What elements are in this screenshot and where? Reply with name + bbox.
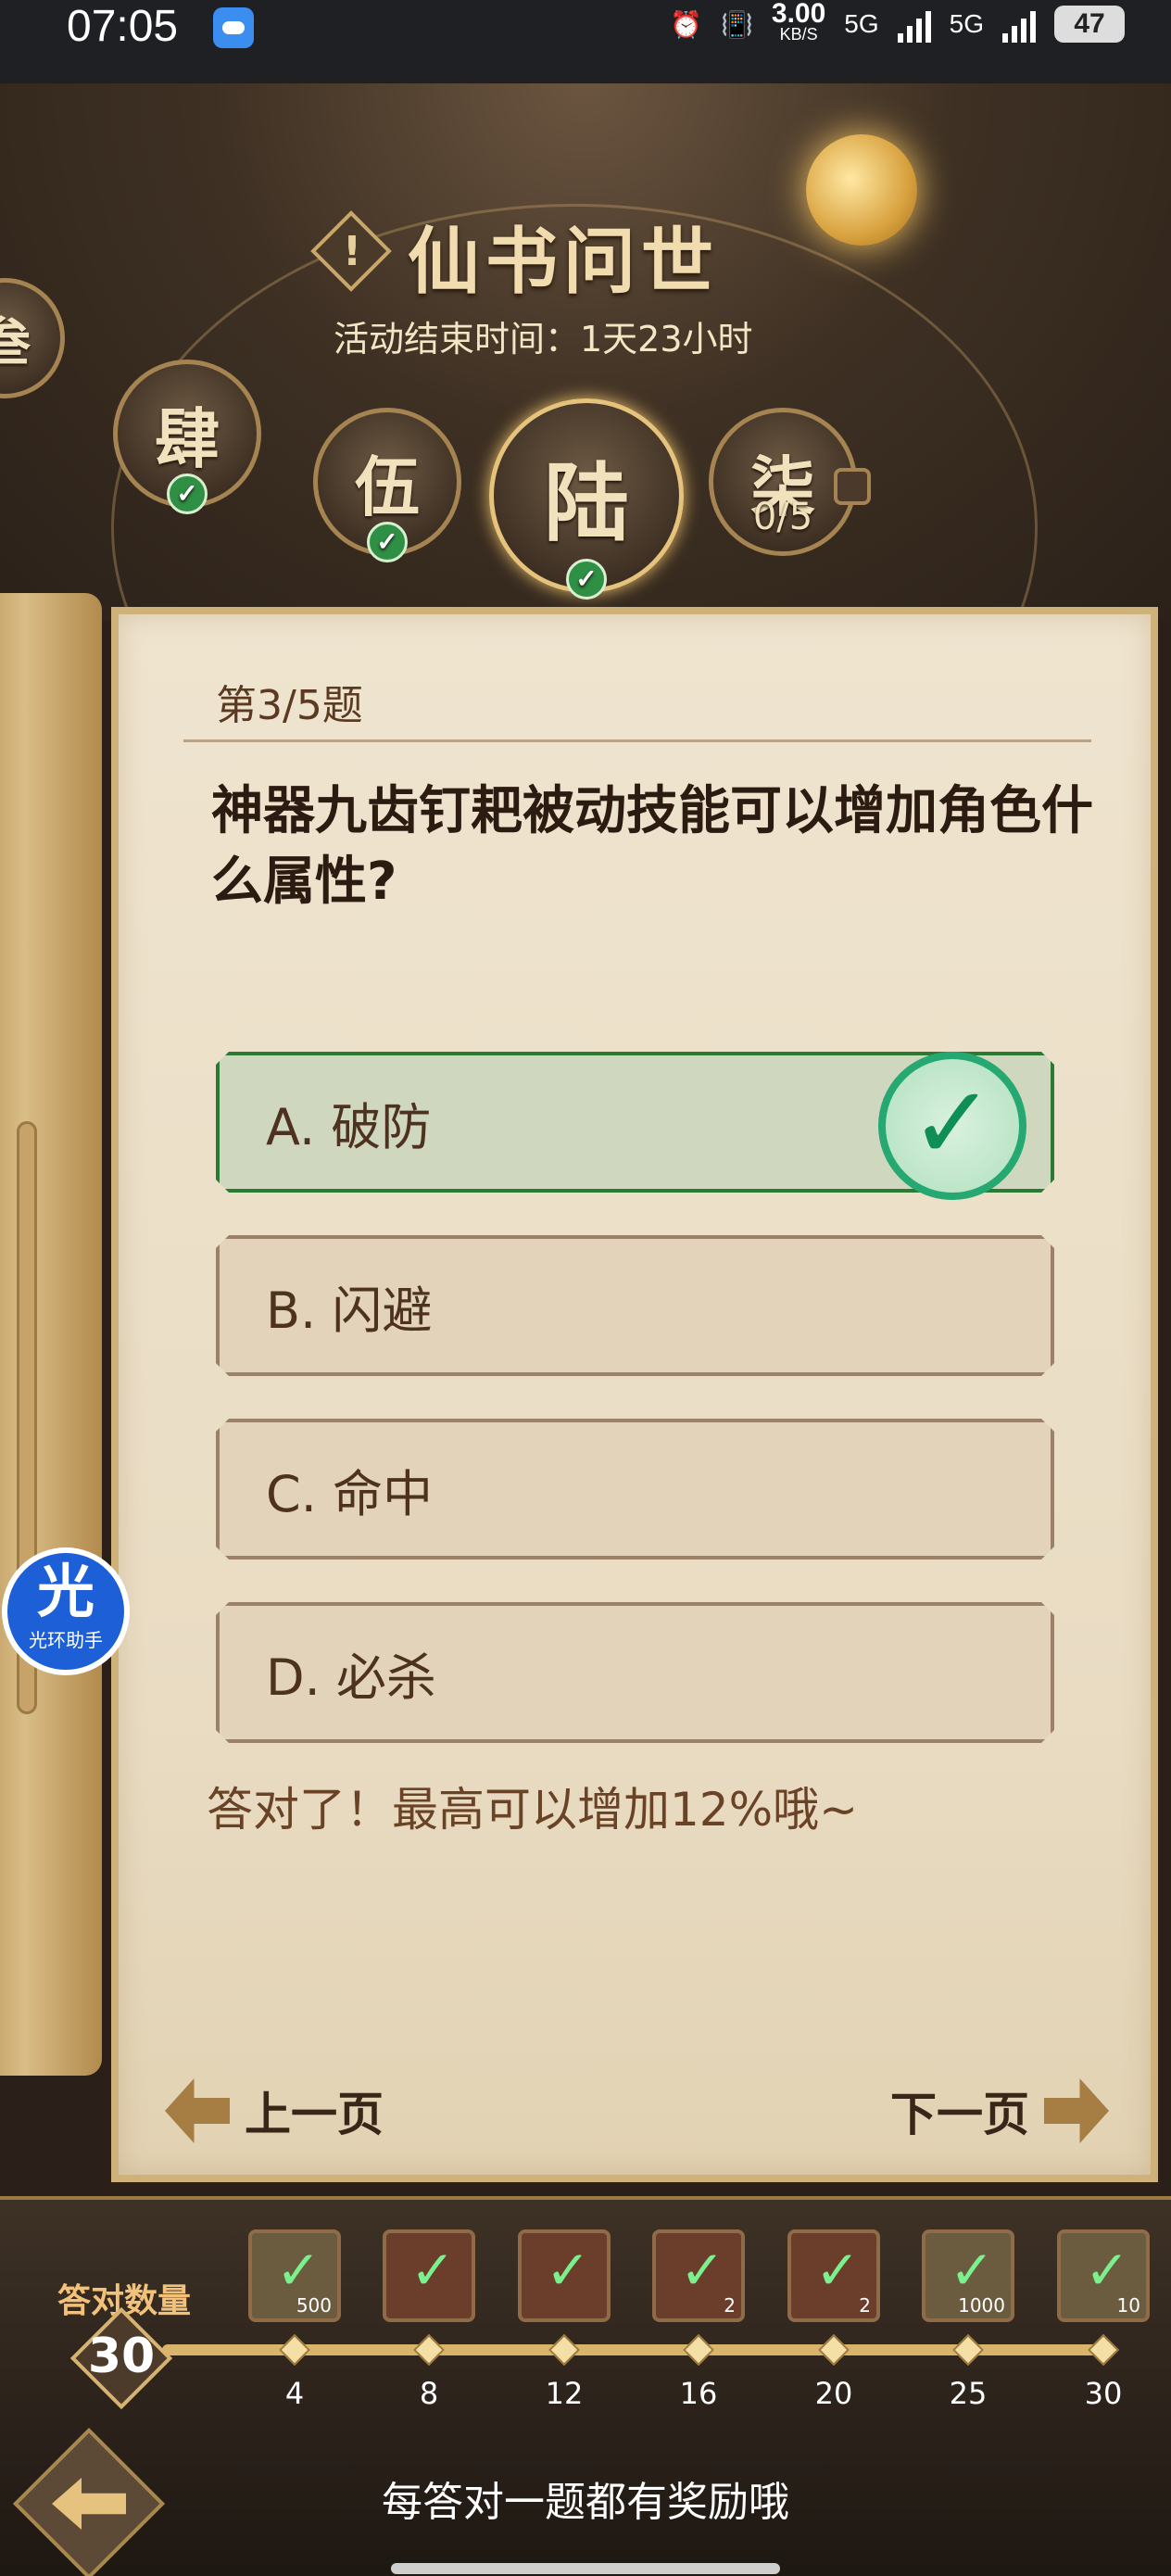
network-type-2: 5G [949, 9, 984, 38]
battery-indicator: 47 [1054, 6, 1125, 43]
milestone-marker [818, 2334, 850, 2366]
chapter-3[interactable]: 叁 [0, 278, 65, 398]
answer-feedback: 答对了！最高可以增加12%哦~ [207, 1783, 859, 1837]
chapter-6-current[interactable]: 陆 ✓ [489, 398, 684, 600]
question-text: 神器九齿钉耙被动技能可以增加角色什么属性? [211, 781, 1093, 912]
vibrate-icon: 📳 [721, 9, 753, 39]
reward-chest-icon[interactable]: ✓ [518, 2229, 611, 2322]
floating-helper-button[interactable]: 光 光环助手 [2, 1547, 130, 1675]
prev-page-button[interactable]: 上一页 [165, 2074, 384, 2148]
network-speed: 3.00 KB/S [771, 0, 826, 44]
reward-hint: 每答对一题都有奖励哦 [382, 2479, 789, 2526]
signal-icon-2 [1002, 6, 1036, 43]
home-indicator[interactable] [391, 2563, 780, 2574]
helper-logo-icon: 光 [36, 1558, 94, 1625]
correct-count-value: 30 [87, 2329, 156, 2384]
network-type-1: 5G [844, 9, 879, 38]
reward-gear-icon[interactable]: ✓ 10 [1057, 2229, 1150, 2322]
status-time: 07:05 [67, 2, 179, 51]
helper-label: 光环助手 [29, 1629, 103, 1651]
chapter-5[interactable]: 伍 ✓ [313, 408, 461, 562]
milestone-marker [413, 2334, 445, 2366]
event-end-time: 活动结束时间：1天23小时 [334, 319, 753, 360]
milestone-label: 8 [419, 2376, 439, 2411]
event-title: 仙书问世 [408, 220, 720, 304]
side-scroll-panel [0, 593, 102, 2076]
reward-quantity: 500 [296, 2294, 332, 2317]
milestone-label: 12 [545, 2376, 584, 2411]
claimed-check-icon: ✓ [679, 2239, 725, 2302]
reward-chest-icon[interactable]: ✓ 2 [787, 2229, 880, 2322]
reward-track-panel: 答对数量 30 4 ✓ 500 8 ✓ 12 ✓ 16 ✓ 2 20 ✓ 2 25 ✓ 1000 30 ✓ 10 每… [0, 2196, 1171, 2576]
milestone-label: 25 [949, 2376, 988, 2411]
reward-quantity: 10 [1116, 2294, 1140, 2317]
reward-chest-icon[interactable]: ✓ [383, 2229, 475, 2322]
option-b-label: B. 闪避 [266, 1281, 433, 1340]
chapter-progress: 0/5 [752, 496, 813, 538]
check-icon: ✓ [566, 559, 607, 600]
lock-icon [834, 468, 871, 505]
reward-chest-icon[interactable]: ✓ 2 [652, 2229, 745, 2322]
arrow-left-icon [165, 2078, 230, 2143]
next-page-button[interactable]: 下一页 [890, 2074, 1109, 2148]
milestone-label: 4 [284, 2376, 305, 2411]
check-icon: ✓ [167, 474, 208, 514]
quiz-card: 第3/5题 神器九齿钉耙被动技能可以增加角色什么属性? A. 破防 ✓ B. 闪… [111, 607, 1158, 2182]
event-header: ! 仙书问世 活动结束时间：1天23小时 叁 肆 ✓ 伍 ✓ 陆 ✓ 柒 0/5 [0, 83, 1171, 621]
milestone-marker [952, 2334, 984, 2366]
milestone-marker [683, 2334, 714, 2366]
claimed-check-icon: ✓ [409, 2239, 456, 2302]
option-c-label: C. 命中 [266, 1464, 434, 1523]
option-d[interactable]: D. 必杀 [216, 1602, 1054, 1743]
status-bar: 07:05 ⏰ 📳 3.00 KB/S 5G 5G 47 [0, 0, 1171, 83]
weather-icon [213, 7, 254, 48]
reward-scroll-icon[interactable]: ✓ 500 [248, 2229, 341, 2322]
check-icon: ✓ [367, 522, 408, 562]
moon-ornament [806, 134, 917, 246]
question-number: 第3/5题 [216, 682, 363, 729]
milestone-marker [279, 2334, 310, 2366]
arrow-right-icon [1044, 2078, 1109, 2143]
option-a-label: A. 破防 [266, 1097, 432, 1156]
option-b[interactable]: B. 闪避 [216, 1235, 1054, 1376]
claimed-check-icon: ✓ [545, 2239, 591, 2302]
reward-quantity: 1000 [958, 2294, 1005, 2317]
claimed-check-icon: ✓ [1084, 2239, 1130, 2302]
milestone-label: 20 [814, 2376, 853, 2411]
milestone-label: 16 [679, 2376, 718, 2411]
milestone-marker [548, 2334, 580, 2366]
milestone-label: 30 [1084, 2376, 1123, 2411]
info-icon[interactable]: ! [332, 222, 372, 282]
claimed-check-icon: ✓ [814, 2239, 861, 2302]
milestone-marker [1088, 2334, 1119, 2366]
alarm-icon: ⏰ [670, 9, 703, 39]
signal-icon [897, 6, 931, 43]
reward-scroll-icon[interactable]: ✓ 1000 [922, 2229, 1014, 2322]
option-c[interactable]: C. 命中 [216, 1419, 1054, 1559]
option-d-label: D. 必杀 [266, 1648, 436, 1707]
status-icons: ⏰ 📳 3.00 KB/S 5G 5G 47 [670, 0, 1125, 44]
reward-quantity: 2 [859, 2294, 871, 2317]
claimed-check-icon: ✓ [275, 2239, 321, 2302]
divider [183, 739, 1091, 742]
reward-quantity: 2 [724, 2294, 736, 2317]
correct-check-icon: ✓ [878, 1052, 1026, 1200]
chapter-4[interactable]: 肆 ✓ [113, 360, 261, 514]
claimed-check-icon: ✓ [949, 2239, 995, 2302]
